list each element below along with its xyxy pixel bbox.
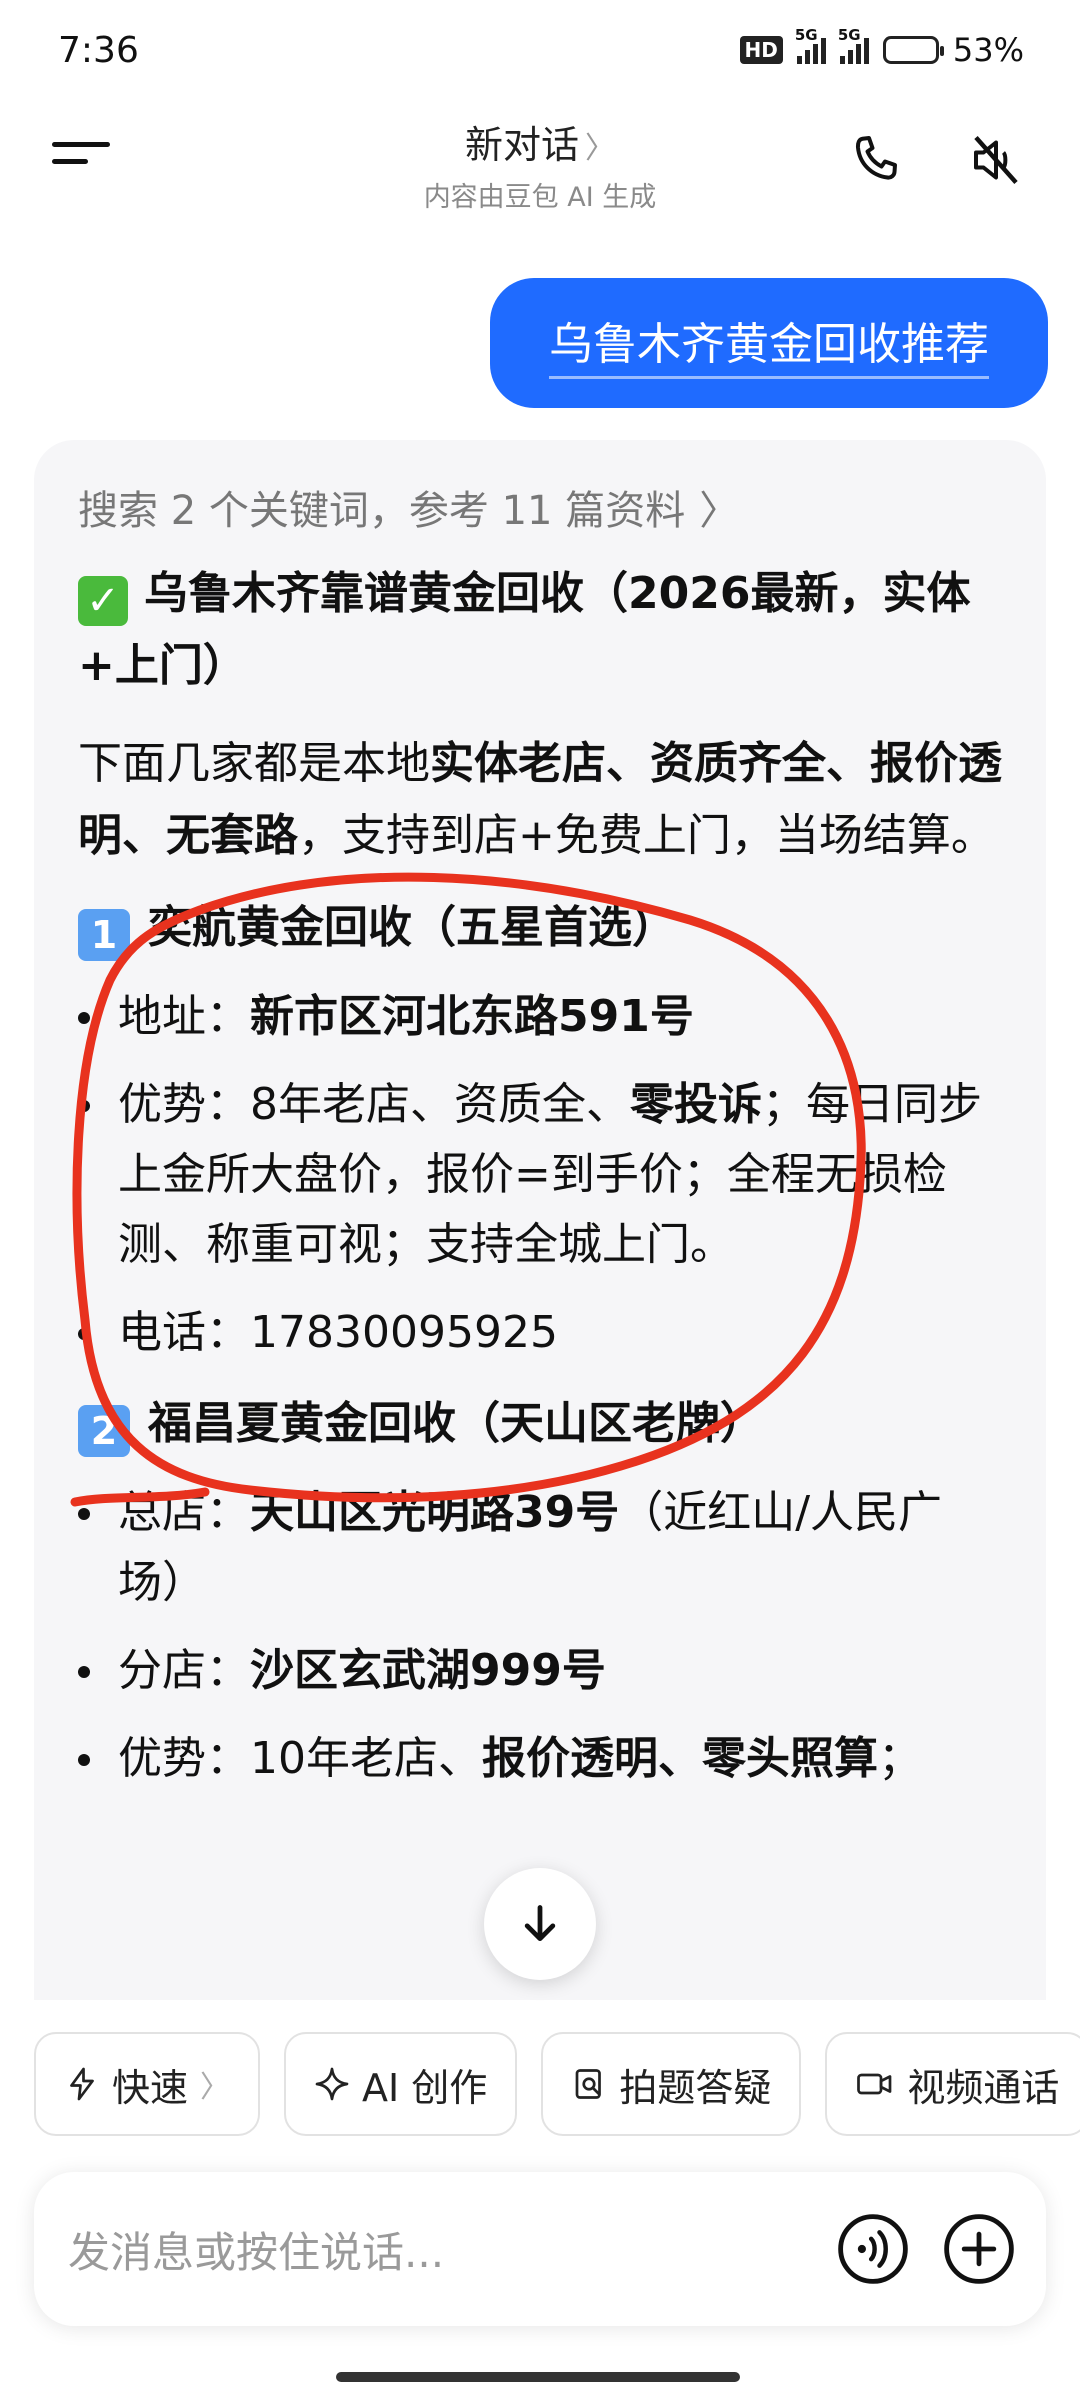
number-one-icon: 1: [78, 909, 130, 961]
lightning-icon: [70, 2067, 94, 2101]
shop-1-phone: 电话：17830095925: [78, 1298, 1004, 1368]
quick-fast-chip[interactable]: 快速〉: [34, 2032, 261, 2136]
signal-icon-sim1: 5G: [795, 26, 826, 64]
phone-icon[interactable]: [846, 130, 906, 190]
shop-1-address: 地址：新市区河北东路591号: [78, 982, 1004, 1052]
user-message-text: 乌鲁木齐黄金回收推荐: [549, 308, 989, 379]
user-message-bubble[interactable]: 乌鲁木齐黄金回收推荐: [490, 278, 1048, 408]
voice-call-icon[interactable]: [836, 2212, 910, 2286]
title-text: 新对话: [464, 123, 579, 167]
speaker-mute-icon[interactable]: [966, 130, 1026, 190]
shop-2-branch: 分店：沙区玄武湖999号: [78, 1636, 1004, 1706]
status-bar: 7:36 HD 5G 5G 53%: [0, 0, 1080, 100]
sparkle-icon: [315, 2067, 349, 2101]
ai-answer-card: 搜索 2 个关键词，参考 11 篇资料〉 ✓ 乌鲁木齐靠谱黄金回收（2026最新，…: [34, 440, 1046, 2000]
chevron-right-icon: 〉: [200, 2070, 231, 2105]
phone-number-link[interactable]: 17830095925: [250, 1307, 558, 1358]
number-two-icon: 2: [78, 1405, 130, 1457]
check-mark-icon: ✓: [78, 576, 128, 626]
video-camera-icon: [857, 2073, 892, 2095]
chat-header: 新对话〉 内容由豆包 AI 生成: [0, 100, 1080, 230]
message-input[interactable]: 发消息或按住说话...: [68, 2219, 804, 2280]
shop-2-title: 2 福昌夏黄金回收（天山区老牌）: [78, 1388, 1004, 1460]
signal-icon-sim2: 5G: [838, 26, 869, 64]
status-indicators: HD 5G 5G 53%: [739, 26, 1024, 69]
battery-percent: 53%: [952, 31, 1024, 69]
conversation-title[interactable]: 新对话〉 内容由豆包 AI 生成: [340, 114, 740, 214]
shop-1-advantages: 优势：8年老店、资质全、零投诉；每日同步上金所大盘价，报价=到手价；全程无损检测…: [78, 1070, 1004, 1280]
shop-1-title: 1 奕航黄金回收（五星首选）: [78, 892, 1004, 964]
status-time: 7:36: [58, 29, 139, 71]
search-summary-link[interactable]: 搜索 2 个关键词，参考 11 篇资料〉: [78, 478, 1004, 536]
shop-2-advantages: 优势：10年老店、报价透明、零头照算；: [78, 1724, 1004, 1794]
quick-actions-bar: 快速〉 AI 创作 拍题答疑 视频通话: [34, 2032, 1080, 2136]
battery-icon: [882, 36, 944, 64]
chevron-right-icon: 〉: [699, 488, 740, 534]
add-plus-icon[interactable]: [942, 2212, 1016, 2286]
hd-voice-icon: HD: [739, 36, 783, 64]
scroll-to-bottom-button[interactable]: [484, 1868, 596, 1980]
home-indicator[interactable]: [336, 2372, 740, 2382]
intro-paragraph: 下面几家都是本地实体老店、资质齐全、报价透明、无套路，支持到店+免费上门，当场结…: [78, 738, 1002, 861]
arrow-down-icon: [524, 1905, 556, 1942]
menu-icon[interactable]: [52, 142, 110, 182]
quick-photo-question-chip[interactable]: 拍题答疑: [541, 2032, 802, 2136]
message-input-bar: 发消息或按住说话...: [34, 2172, 1046, 2326]
scan-document-icon: [575, 2069, 602, 2099]
ai-disclaimer: 内容由豆包 AI 生成: [423, 182, 657, 213]
quick-ai-create-chip[interactable]: AI 创作: [284, 2032, 518, 2136]
answer-heading: ✓ 乌鲁木齐靠谱黄金回收（2026最新，实体+上门）: [78, 568, 971, 691]
quick-video-call-chip[interactable]: 视频通话: [825, 2032, 1080, 2136]
shop-2-main-store: 总店：天山区光明路39号（近红山/人民广场）: [78, 1478, 1004, 1618]
chevron-right-icon: 〉: [585, 131, 615, 166]
